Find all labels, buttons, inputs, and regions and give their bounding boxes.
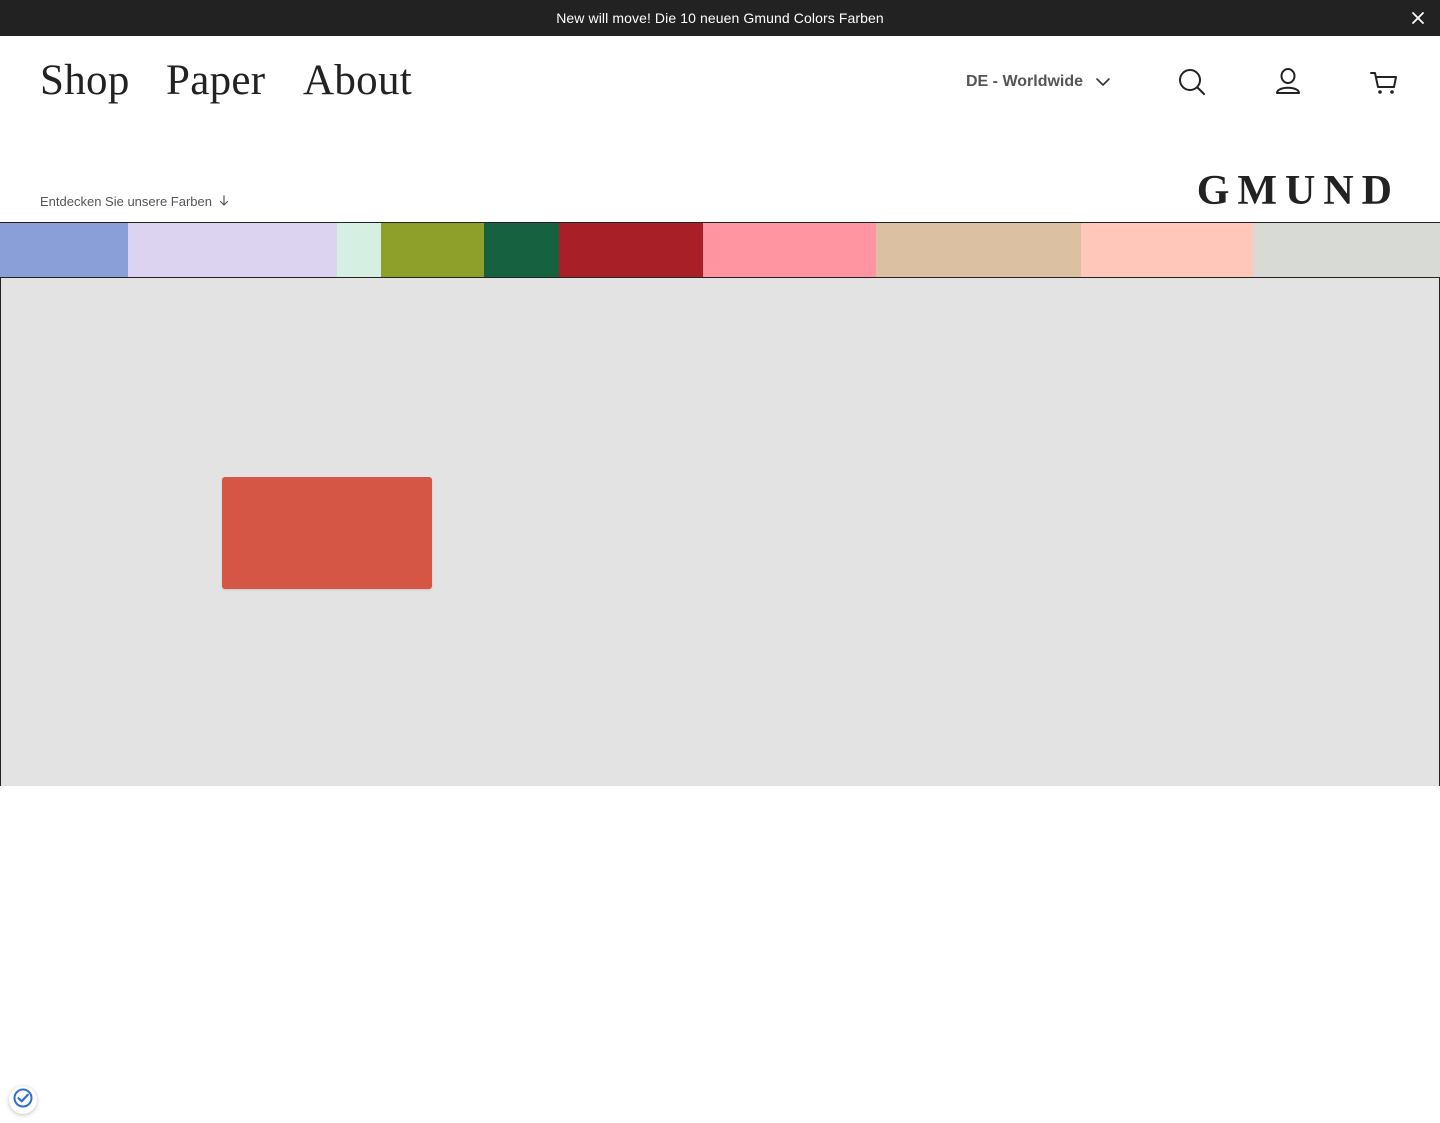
nav-about[interactable]: About <box>303 54 412 108</box>
color-swatch[interactable] <box>0 223 128 277</box>
discover-colors-link[interactable]: Entdecken Sie unsere Farben <box>40 191 230 211</box>
color-swatch[interactable] <box>128 223 337 277</box>
color-swatch[interactable] <box>1253 223 1440 277</box>
privacy-check-icon <box>12 1087 34 1114</box>
arrow-down-icon <box>218 195 230 207</box>
cart-icon[interactable] <box>1369 66 1399 98</box>
color-swatch[interactable] <box>484 223 559 277</box>
search-icon[interactable] <box>1177 66 1207 98</box>
account-icon[interactable] <box>1273 66 1303 98</box>
color-swatch-strip <box>0 223 1440 277</box>
announcement-text[interactable]: New will move! Die 10 neuen Gmund Colors… <box>0 0 1440 36</box>
color-swatch[interactable] <box>559 223 703 277</box>
privacy-consent-button[interactable] <box>9 1086 37 1114</box>
locale-label: DE - Worldwide <box>966 73 1084 90</box>
chevron-down-icon <box>1095 74 1111 90</box>
gmund-logo[interactable]: GMUND <box>1110 168 1400 214</box>
nav-paper[interactable]: Paper <box>166 54 265 108</box>
close-icon[interactable] <box>1408 8 1428 28</box>
announcement-bar: New will move! Die 10 neuen Gmund Colors… <box>0 0 1440 36</box>
color-swatch[interactable] <box>876 223 1081 277</box>
color-swatch[interactable] <box>1081 223 1253 277</box>
color-swatch[interactable] <box>381 223 484 277</box>
discover-colors-label: Entdecken Sie unsere Farben <box>40 193 212 209</box>
paper-color-card[interactable] <box>222 477 432 589</box>
nav-shop[interactable]: Shop <box>40 54 130 108</box>
color-preview-stage <box>0 277 1440 786</box>
locale-selector[interactable]: DE - Worldwide <box>966 68 1116 96</box>
color-swatch[interactable] <box>337 223 381 277</box>
color-swatch[interactable] <box>703 223 876 277</box>
